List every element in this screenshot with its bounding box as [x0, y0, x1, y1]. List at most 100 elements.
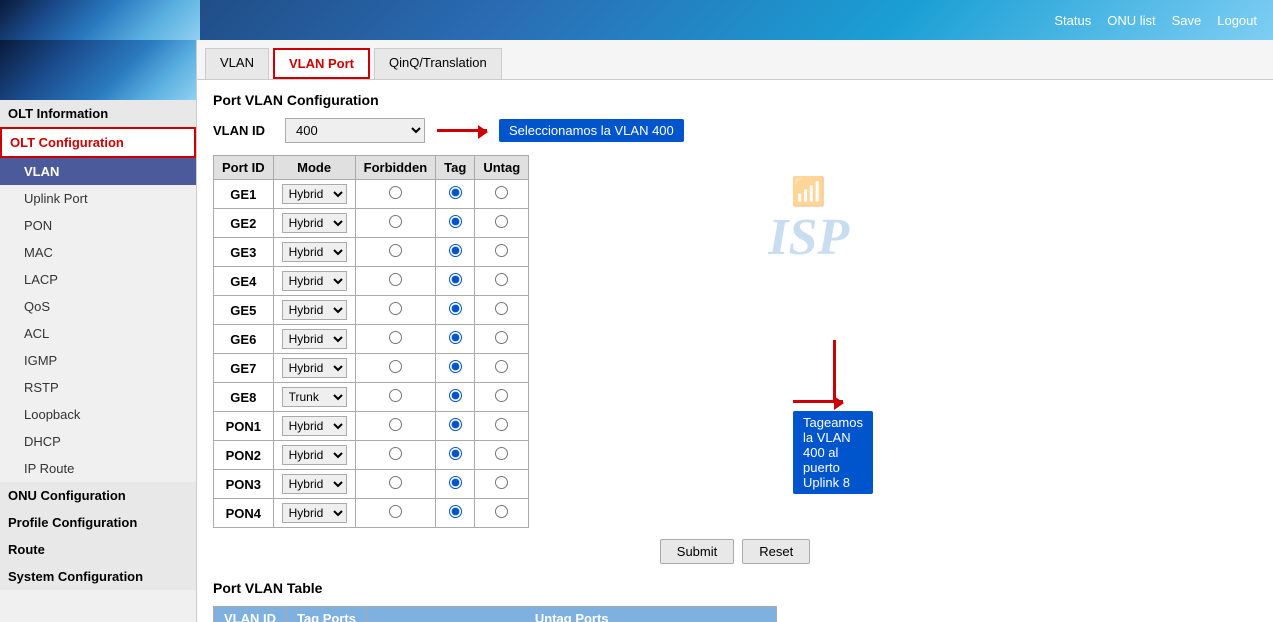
forbidden-radio-pon2[interactable] — [389, 447, 402, 460]
forbidden-cell-pon1[interactable] — [355, 412, 436, 441]
forbidden-radio-ge8[interactable] — [389, 389, 402, 402]
forbidden-cell-ge1[interactable] — [355, 180, 436, 209]
sidebar-item-loopback[interactable]: Loopback — [0, 401, 196, 428]
tag-radio-pon4[interactable] — [449, 505, 462, 518]
sidebar-item-route[interactable]: Route — [0, 536, 196, 563]
tag-cell-pon3[interactable] — [436, 470, 475, 499]
untag-radio-ge6[interactable] — [495, 331, 508, 344]
tag-cell-ge1[interactable] — [436, 180, 475, 209]
nav-save[interactable]: Save — [1172, 13, 1202, 28]
mode-cell-ge6[interactable]: HybridTrunkAccess — [273, 325, 355, 354]
mode-cell-ge5[interactable]: HybridTrunkAccess — [273, 296, 355, 325]
nav-status[interactable]: Status — [1054, 13, 1091, 28]
vlan-id-select[interactable]: 400 1 500 — [285, 118, 425, 143]
tag-radio-ge5[interactable] — [449, 302, 462, 315]
reset-button[interactable]: Reset — [742, 539, 810, 564]
tag-radio-pon3[interactable] — [449, 476, 462, 489]
forbidden-radio-pon1[interactable] — [389, 418, 402, 431]
untag-radio-pon2[interactable] — [495, 447, 508, 460]
untag-radio-pon3[interactable] — [495, 476, 508, 489]
tag-radio-pon2[interactable] — [449, 447, 462, 460]
untag-cell-ge7[interactable] — [475, 354, 529, 383]
mode-select-pon1[interactable]: HybridTrunkAccess — [282, 416, 347, 436]
nav-onu-list[interactable]: ONU list — [1107, 13, 1155, 28]
untag-radio-pon4[interactable] — [495, 505, 508, 518]
tag-radio-ge1[interactable] — [449, 186, 462, 199]
mode-select-pon2[interactable]: HybridTrunkAccess — [282, 445, 347, 465]
sidebar-item-lacp[interactable]: LACP — [0, 266, 196, 293]
forbidden-cell-pon3[interactable] — [355, 470, 436, 499]
mode-cell-ge7[interactable]: HybridTrunkAccess — [273, 354, 355, 383]
untag-radio-pon1[interactable] — [495, 418, 508, 431]
untag-radio-ge8[interactable] — [495, 389, 508, 402]
sidebar-item-vlan[interactable]: VLAN — [0, 158, 196, 185]
forbidden-cell-ge8[interactable] — [355, 383, 436, 412]
tag-radio-pon1[interactable] — [449, 418, 462, 431]
sidebar-item-rstp[interactable]: RSTP — [0, 374, 196, 401]
forbidden-radio-ge1[interactable] — [389, 186, 402, 199]
forbidden-cell-ge5[interactable] — [355, 296, 436, 325]
mode-select-ge7[interactable]: HybridTrunkAccess — [282, 358, 347, 378]
mode-cell-pon1[interactable]: HybridTrunkAccess — [273, 412, 355, 441]
forbidden-radio-pon3[interactable] — [389, 476, 402, 489]
sidebar-item-olt-information[interactable]: OLT Information — [0, 100, 196, 127]
forbidden-cell-ge4[interactable] — [355, 267, 436, 296]
mode-select-ge8[interactable]: HybridTrunkAccess — [282, 387, 347, 407]
forbidden-cell-ge6[interactable] — [355, 325, 436, 354]
untag-cell-ge8[interactable] — [475, 383, 529, 412]
tag-cell-pon4[interactable] — [436, 499, 475, 528]
mode-cell-pon2[interactable]: HybridTrunkAccess — [273, 441, 355, 470]
sidebar-item-mac[interactable]: MAC — [0, 239, 196, 266]
sidebar-item-uplink-port[interactable]: Uplink Port — [0, 185, 196, 212]
mode-select-ge2[interactable]: HybridTrunkAccess — [282, 213, 347, 233]
forbidden-radio-pon4[interactable] — [389, 505, 402, 518]
mode-cell-ge1[interactable]: HybridTrunkAccess — [273, 180, 355, 209]
untag-radio-ge4[interactable] — [495, 273, 508, 286]
sidebar-item-qos[interactable]: QoS — [0, 293, 196, 320]
mode-select-ge1[interactable]: HybridTrunkAccess — [282, 184, 347, 204]
forbidden-radio-ge6[interactable] — [389, 331, 402, 344]
forbidden-radio-ge4[interactable] — [389, 273, 402, 286]
mode-cell-ge8[interactable]: HybridTrunkAccess — [273, 383, 355, 412]
untag-cell-ge4[interactable] — [475, 267, 529, 296]
forbidden-cell-pon4[interactable] — [355, 499, 436, 528]
tab-vlan[interactable]: VLAN — [205, 48, 269, 79]
mode-select-ge6[interactable]: HybridTrunkAccess — [282, 329, 347, 349]
tag-cell-ge3[interactable] — [436, 238, 475, 267]
untag-cell-ge1[interactable] — [475, 180, 529, 209]
mode-select-pon4[interactable]: HybridTrunkAccess — [282, 503, 347, 523]
nav-logout[interactable]: Logout — [1217, 13, 1257, 28]
tag-cell-ge7[interactable] — [436, 354, 475, 383]
sidebar-item-system-configuration[interactable]: System Configuration — [0, 563, 196, 590]
mode-cell-ge2[interactable]: HybridTrunkAccess — [273, 209, 355, 238]
untag-radio-ge5[interactable] — [495, 302, 508, 315]
untag-radio-ge3[interactable] — [495, 244, 508, 257]
untag-cell-ge3[interactable] — [475, 238, 529, 267]
mode-select-ge4[interactable]: HybridTrunkAccess — [282, 271, 347, 291]
untag-cell-ge5[interactable] — [475, 296, 529, 325]
tag-cell-ge6[interactable] — [436, 325, 475, 354]
forbidden-cell-ge3[interactable] — [355, 238, 436, 267]
forbidden-radio-ge5[interactable] — [389, 302, 402, 315]
sidebar-item-dhcp[interactable]: DHCP — [0, 428, 196, 455]
untag-cell-pon1[interactable] — [475, 412, 529, 441]
sidebar-item-olt-configuration[interactable]: OLT Configuration — [0, 127, 196, 158]
mode-select-ge5[interactable]: HybridTrunkAccess — [282, 300, 347, 320]
tag-radio-ge2[interactable] — [449, 215, 462, 228]
sidebar-item-profile-configuration[interactable]: Profile Configuration — [0, 509, 196, 536]
untag-cell-pon2[interactable] — [475, 441, 529, 470]
tag-radio-ge3[interactable] — [449, 244, 462, 257]
tag-cell-pon2[interactable] — [436, 441, 475, 470]
tag-radio-ge6[interactable] — [449, 331, 462, 344]
mode-cell-pon4[interactable]: HybridTrunkAccess — [273, 499, 355, 528]
submit-button[interactable]: Submit — [660, 539, 734, 564]
tag-cell-ge4[interactable] — [436, 267, 475, 296]
mode-select-pon3[interactable]: HybridTrunkAccess — [282, 474, 347, 494]
mode-cell-ge4[interactable]: HybridTrunkAccess — [273, 267, 355, 296]
sidebar-item-onu-configuration[interactable]: ONU Configuration — [0, 482, 196, 509]
forbidden-radio-ge3[interactable] — [389, 244, 402, 257]
forbidden-cell-ge7[interactable] — [355, 354, 436, 383]
tag-radio-ge7[interactable] — [449, 360, 462, 373]
forbidden-radio-ge7[interactable] — [389, 360, 402, 373]
sidebar-item-pon[interactable]: PON — [0, 212, 196, 239]
